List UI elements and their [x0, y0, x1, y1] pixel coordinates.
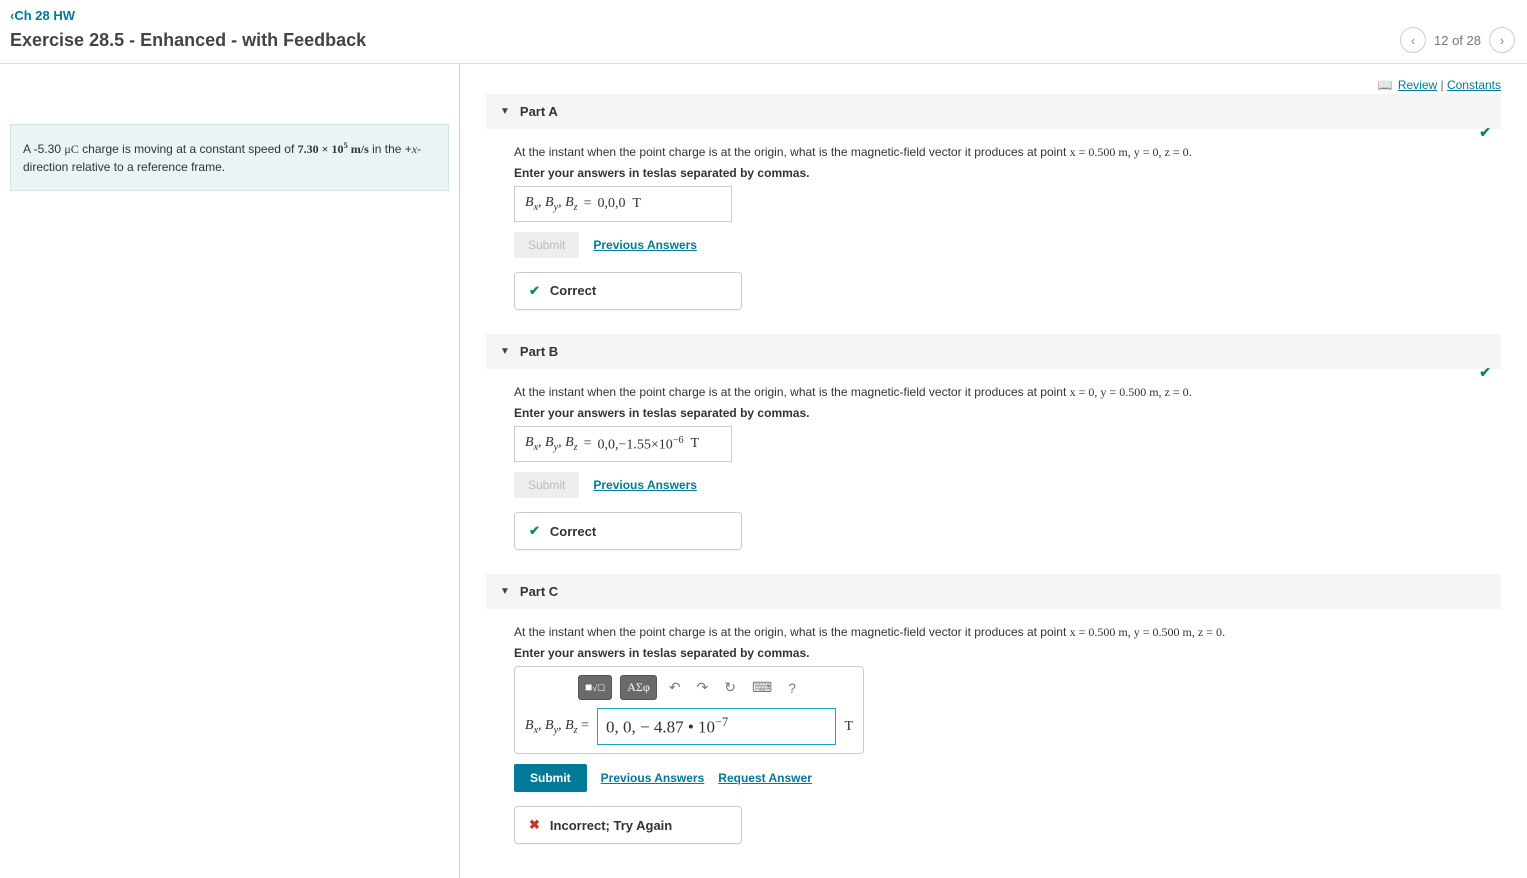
problem-statement: A -5.30 μC charge is moving at a constan…	[10, 124, 449, 191]
part-c-unit: T	[844, 719, 853, 735]
part-c-prompt: At the instant when the point charge is …	[514, 625, 1501, 640]
chevron-right-icon: ›	[1500, 33, 1504, 48]
review-link[interactable]: Review	[1398, 78, 1437, 92]
part-c-answer-input[interactable]: 0, 0, − 4.87 • 10−7	[597, 708, 836, 745]
chevron-down-icon: ▼	[500, 346, 510, 357]
redo-icon[interactable]: ↷	[693, 677, 713, 698]
part-b-feedback: ✔ Correct	[514, 512, 742, 550]
symbols-button[interactable]: ΑΣφ	[620, 675, 657, 700]
part-c-feedback: ✖ Incorrect; Try Again	[514, 806, 742, 844]
part-a-header[interactable]: ▼ Part A ✔	[486, 94, 1501, 129]
part-a-instruction: Enter your answers in teslas separated b…	[514, 166, 1501, 180]
book-icon: 📖	[1378, 78, 1393, 92]
part-c-previous-answers-link[interactable]: Previous Answers	[601, 771, 705, 785]
part-b-submit-button: Submit	[514, 472, 579, 498]
part-a-previous-answers-link[interactable]: Previous Answers	[593, 238, 697, 252]
part-b-instruction: Enter your answers in teslas separated b…	[514, 406, 1501, 420]
back-link[interactable]: ‹Ch 28 HW	[0, 0, 1527, 27]
part-c-submit-button[interactable]: Submit	[514, 764, 587, 792]
part-c-request-answer-link[interactable]: Request Answer	[718, 771, 812, 785]
check-icon: ✔	[529, 523, 540, 539]
reset-icon[interactable]: ↻	[720, 677, 740, 698]
pager-label: 12 of 28	[1434, 33, 1481, 48]
chevron-down-icon: ▼	[500, 106, 510, 117]
part-b-header[interactable]: ▼ Part B ✔	[486, 334, 1501, 369]
chevron-left-icon: ‹	[1411, 33, 1415, 48]
keyboard-icon[interactable]: ⌨	[748, 677, 776, 698]
part-c-label: Part C	[520, 584, 558, 599]
check-icon: ✔	[1479, 124, 1491, 141]
prev-page-button[interactable]: ‹	[1400, 27, 1426, 53]
part-c-header[interactable]: ▼ Part C	[486, 574, 1501, 609]
part-a-submit-button: Submit	[514, 232, 579, 258]
part-b-previous-answers-link[interactable]: Previous Answers	[593, 478, 697, 492]
part-a-answer-box: Bx, By, Bz = 0,0,0 T	[514, 186, 732, 222]
check-icon: ✔	[1479, 364, 1491, 381]
undo-icon[interactable]: ↶	[665, 677, 685, 698]
part-b-label: Part B	[520, 344, 558, 359]
help-icon[interactable]: ?	[784, 678, 800, 698]
constants-link[interactable]: Constants	[1447, 78, 1501, 92]
part-a-label: Part A	[520, 104, 558, 119]
part-c-lhs: Bx, By, Bz =	[525, 718, 589, 736]
check-icon: ✔	[529, 283, 540, 299]
part-b-answer-box: Bx, By, Bz = 0,0,−1.55×10−6 T	[514, 426, 732, 463]
template-button[interactable]: ■√☐	[578, 675, 612, 700]
part-a-feedback: ✔ Correct	[514, 272, 742, 310]
chevron-down-icon: ▼	[500, 586, 510, 597]
next-page-button[interactable]: ›	[1489, 27, 1515, 53]
x-icon: ✖	[529, 817, 540, 833]
part-c-instruction: Enter your answers in teslas separated b…	[514, 646, 1501, 660]
page-title: Exercise 28.5 - Enhanced - with Feedback	[10, 30, 366, 51]
part-c-editor: ■√☐ ΑΣφ ↶ ↷ ↻ ⌨ ? Bx, By, Bz = 0, 0, − 4…	[514, 666, 864, 754]
part-a-prompt: At the instant when the point charge is …	[514, 145, 1501, 160]
part-b-prompt: At the instant when the point charge is …	[514, 385, 1501, 400]
